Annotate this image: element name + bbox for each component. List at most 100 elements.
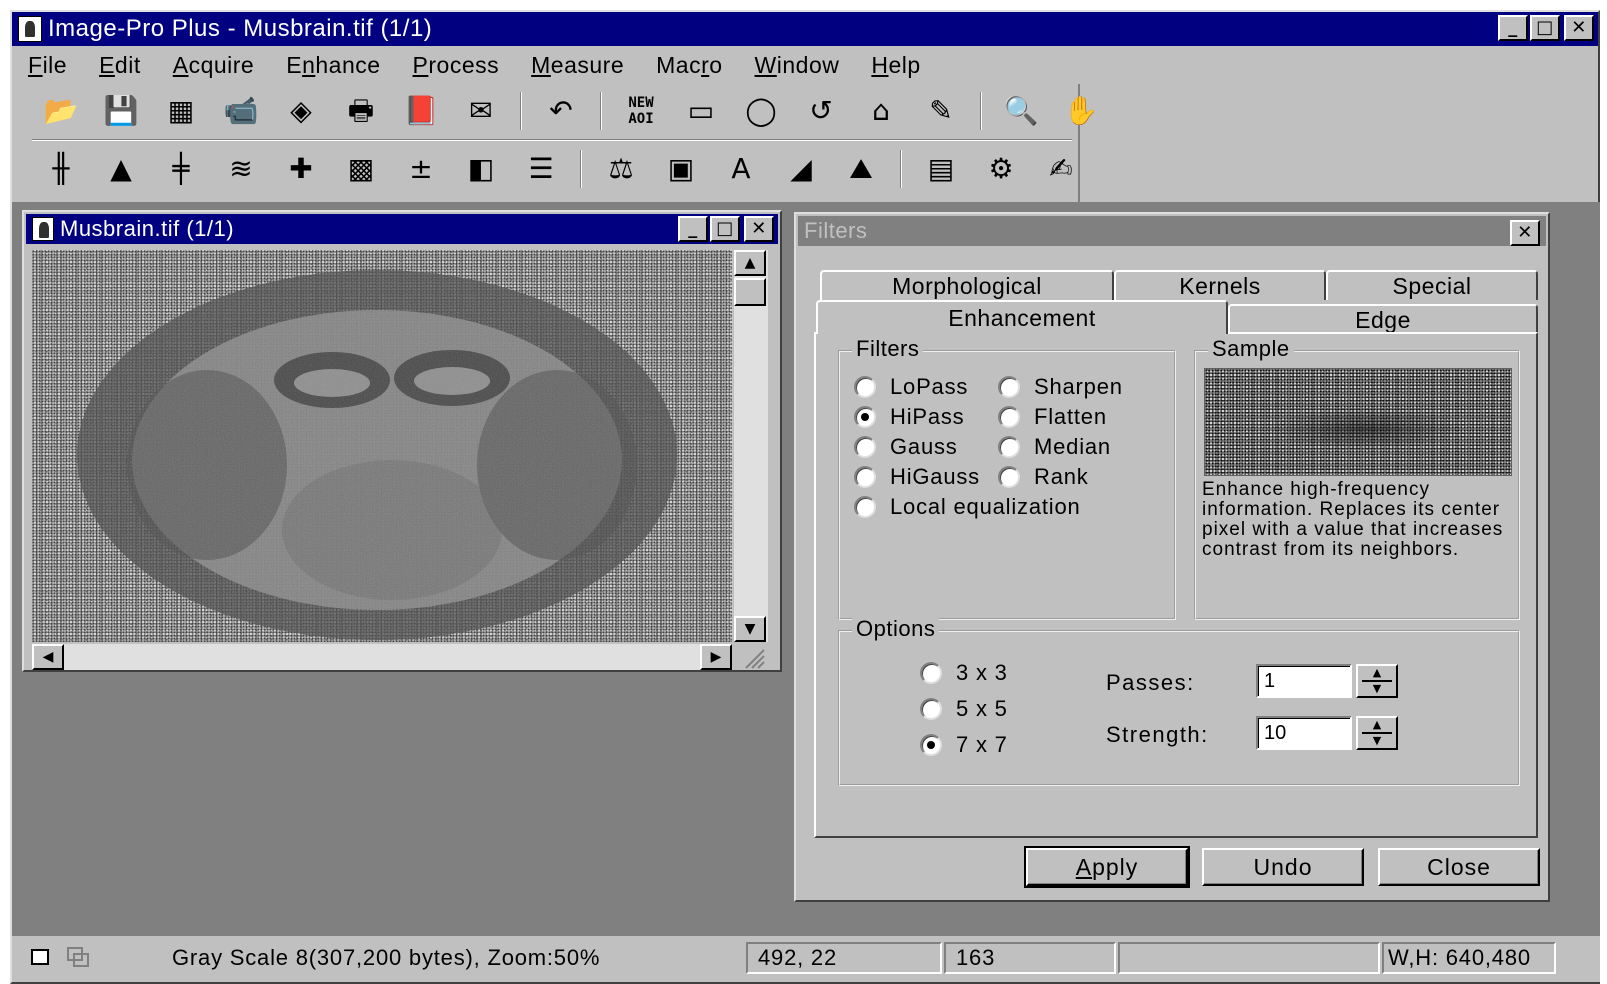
close-dialog-button[interactable]: Close xyxy=(1378,848,1540,886)
radio-hipass-button[interactable] xyxy=(854,406,876,428)
report-icon[interactable]: ✍ xyxy=(1036,148,1086,190)
menu-process[interactable]: Process xyxy=(397,52,516,79)
menu-acquire[interactable]: Acquire xyxy=(157,52,271,79)
radio-rank-button[interactable] xyxy=(998,466,1020,488)
text-icon[interactable]: A xyxy=(716,148,766,190)
image-horizontal-scrollbar[interactable]: ◀ ▶ xyxy=(32,644,732,670)
macro-icon[interactable]: ⚙ xyxy=(976,148,1026,190)
menu-edit[interactable]: Edit xyxy=(83,52,157,79)
radio-size-5x5-button[interactable] xyxy=(920,698,942,720)
palette-icon[interactable]: ☰ xyxy=(516,148,566,190)
radio-lopass[interactable]: LoPass xyxy=(854,374,968,400)
contrast-icon[interactable]: ╪ xyxy=(156,148,206,190)
book-icon[interactable]: 📕 xyxy=(396,90,446,132)
rectangle-icon[interactable]: ▭ xyxy=(676,90,726,132)
menu-file[interactable]: File xyxy=(12,52,83,79)
passes-input[interactable] xyxy=(1256,664,1352,698)
scroll-down-button[interactable]: ▼ xyxy=(734,616,766,642)
tab-kernels[interactable]: Kernels xyxy=(1114,270,1326,300)
scroll-up-button[interactable]: ▲ xyxy=(734,250,766,276)
tab-enhancement[interactable]: Enhancement xyxy=(816,300,1228,334)
minimize-button[interactable]: _ xyxy=(1498,15,1528,41)
undo-button[interactable]: Undo xyxy=(1202,848,1364,886)
levels-icon[interactable]: ╫ xyxy=(36,148,86,190)
menu-window[interactable]: Window xyxy=(739,52,856,79)
open-icon[interactable]: 📂 xyxy=(36,90,86,132)
strength-input[interactable] xyxy=(1256,716,1352,750)
threshold-icon[interactable]: ◧ xyxy=(456,148,506,190)
radio-rank[interactable]: Rank xyxy=(998,464,1089,490)
spin-down-icon[interactable]: ▼ xyxy=(1373,683,1381,695)
tab-special[interactable]: Special xyxy=(1326,270,1538,300)
image-window-titlebar[interactable]: Musbrain.tif (1/1) _ □ ✕ xyxy=(26,214,778,244)
zoom-icon[interactable]: 🔍 xyxy=(996,90,1046,132)
tab-edge[interactable]: Edge xyxy=(1228,304,1538,334)
line-profile-icon[interactable]: ◢ xyxy=(776,148,826,190)
spin-up-icon[interactable]: ▲ xyxy=(1373,667,1381,679)
layers-icon[interactable]: ≋ xyxy=(216,148,266,190)
radio-local-equalization-button[interactable] xyxy=(854,496,876,518)
print-icon[interactable]: 🖶 xyxy=(336,90,386,132)
app-titlebar[interactable]: Image-Pro Plus - Musbrain.tif (1/1) _ □ … xyxy=(12,12,1598,46)
image-minimize-button[interactable]: _ xyxy=(678,216,708,242)
image-maximize-button[interactable]: □ xyxy=(710,216,740,242)
database-icon[interactable]: ▤ xyxy=(916,148,966,190)
radio-size-3x3-button[interactable] xyxy=(920,662,942,684)
radio-sharpen-button[interactable] xyxy=(998,376,1020,398)
radio-higauss-button[interactable] xyxy=(854,466,876,488)
radio-median[interactable]: Median xyxy=(998,434,1111,460)
app-icon[interactable] xyxy=(18,16,42,42)
graph-icon[interactable]: ⛰ xyxy=(836,148,886,190)
cascade-mode-icon[interactable] xyxy=(64,944,92,970)
passes-spinner[interactable]: ▲ ▼ xyxy=(1356,664,1398,698)
histogram-icon[interactable]: ▲ xyxy=(96,148,146,190)
radio-flatten-button[interactable] xyxy=(998,406,1020,428)
count-icon[interactable]: ▣ xyxy=(656,148,706,190)
radio-gauss[interactable]: Gauss xyxy=(854,434,958,460)
undo-icon[interactable]: ↶ xyxy=(536,90,586,132)
radio-local-equalization[interactable]: Local equalization xyxy=(854,494,1081,520)
hand-icon[interactable]: ✋ xyxy=(1056,90,1106,132)
close-button[interactable]: ✕ xyxy=(1564,15,1594,41)
scroll-thumb-vertical[interactable] xyxy=(734,278,766,306)
spin-down-icon[interactable]: ▼ xyxy=(1373,735,1381,747)
menu-enhance[interactable]: Enhance xyxy=(270,52,396,79)
filters-dialog-titlebar[interactable]: Filters ✕ xyxy=(798,216,1546,246)
apply-button[interactable]: Apply xyxy=(1024,846,1190,888)
new-aoi-icon[interactable]: NEW AOI xyxy=(616,90,666,132)
radio-median-button[interactable] xyxy=(998,436,1020,458)
eraser-icon[interactable]: ◈ xyxy=(276,90,326,132)
filter-icon[interactable]: ✚ xyxy=(276,148,326,190)
dialog-close-button[interactable]: ✕ xyxy=(1510,220,1540,246)
menu-macro[interactable]: Macro xyxy=(640,52,738,79)
tab-morphological[interactable]: Morphological xyxy=(820,270,1114,300)
mail-icon[interactable]: ✉ xyxy=(456,90,506,132)
radio-gauss-button[interactable] xyxy=(854,436,876,458)
mesh-icon[interactable]: ▩ xyxy=(336,148,386,190)
maximize-button[interactable]: □ xyxy=(1530,15,1560,41)
save-icon[interactable]: 💾 xyxy=(96,90,146,132)
resize-grip[interactable] xyxy=(736,644,766,670)
image-close-button[interactable]: ✕ xyxy=(744,216,774,242)
strength-spinner[interactable]: ▲ ▼ xyxy=(1356,716,1398,750)
menu-help[interactable]: Help xyxy=(855,52,936,79)
camera-icon[interactable]: 📹 xyxy=(216,90,266,132)
scroll-left-button[interactable]: ◀ xyxy=(32,644,64,670)
grid-icon[interactable]: ▦ xyxy=(156,90,206,132)
ellipse-icon[interactable]: ◯ xyxy=(736,90,786,132)
radio-size-7x7-button[interactable] xyxy=(920,734,942,756)
image-window[interactable]: Musbrain.tif (1/1) _ □ ✕ ▲ ▼ ◀ ▶ xyxy=(22,210,782,672)
radio-lopass-button[interactable] xyxy=(854,376,876,398)
filters-dialog[interactable]: Filters ✕ Morphological Kernels Special … xyxy=(794,212,1550,902)
freehand-icon[interactable]: ↺ xyxy=(796,90,846,132)
image-vertical-scrollbar[interactable]: ▲ ▼ xyxy=(734,250,768,642)
radio-sharpen[interactable]: Sharpen xyxy=(998,374,1123,400)
brain-image[interactable] xyxy=(32,250,732,642)
radio-hipass[interactable]: HiPass xyxy=(854,404,965,430)
math-icon[interactable]: ± xyxy=(396,148,446,190)
pencil-icon[interactable]: ✎ xyxy=(916,90,966,132)
radio-higauss[interactable]: HiGauss xyxy=(854,464,980,490)
menu-measure[interactable]: Measure xyxy=(515,52,640,79)
scroll-right-button[interactable]: ▶ xyxy=(700,644,732,670)
radio-flatten[interactable]: Flatten xyxy=(998,404,1107,430)
